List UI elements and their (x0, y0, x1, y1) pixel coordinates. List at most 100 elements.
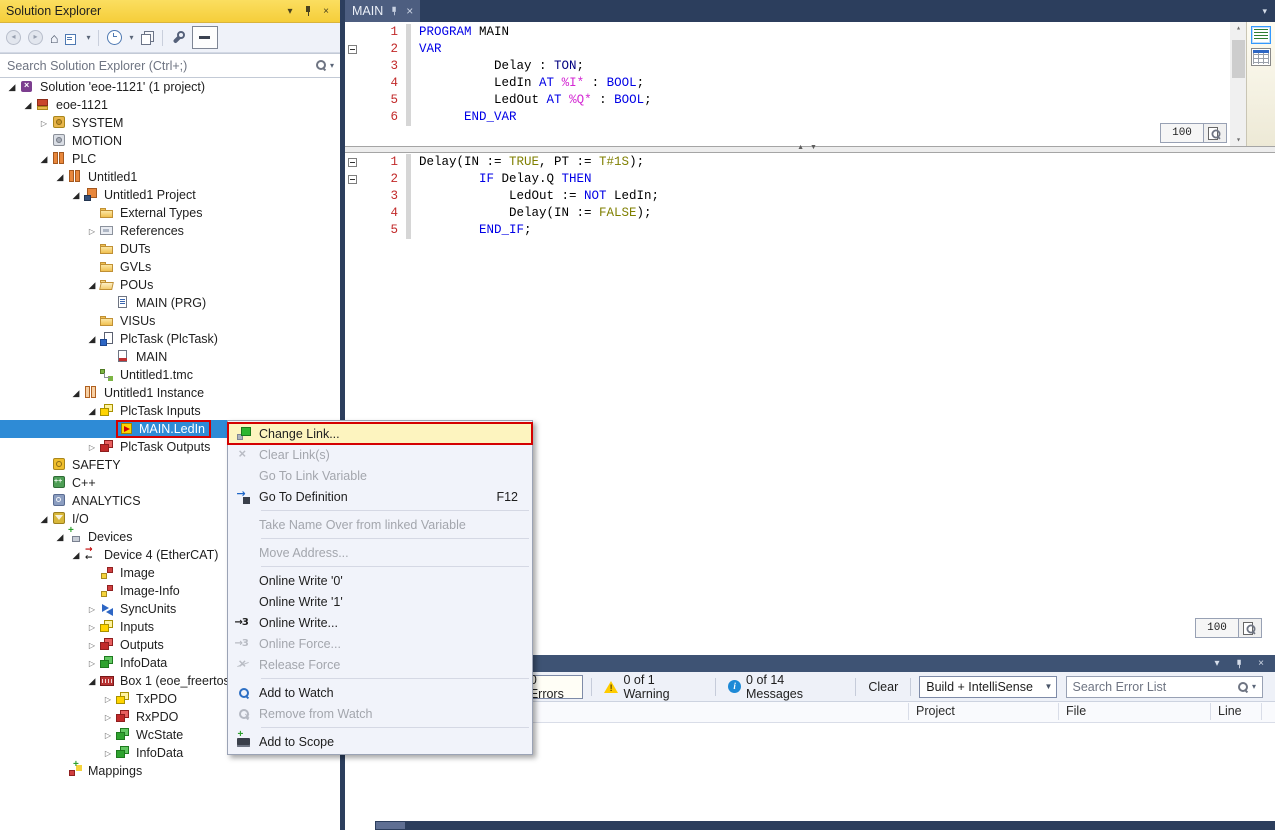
menu-item-go-to-definition[interactable]: Go To DefinitionF12 (228, 486, 532, 507)
expander-icon[interactable]: ▷ (100, 749, 116, 758)
expander-icon[interactable]: ◢ (20, 100, 36, 111)
search-input[interactable] (0, 54, 340, 77)
expander-icon[interactable]: ◢ (36, 514, 52, 525)
expander-icon[interactable]: ▷ (84, 641, 100, 650)
expander-icon[interactable]: ◢ (52, 532, 68, 543)
expander-icon[interactable]: ▷ (84, 623, 100, 632)
expander-icon[interactable]: ▷ (84, 443, 100, 452)
expander-icon[interactable]: ▷ (100, 695, 116, 704)
horizontal-scrollbar[interactable] (375, 821, 1275, 830)
tree-item-external-types[interactable]: External Types (0, 204, 340, 222)
expander-icon[interactable]: ◢ (68, 388, 84, 399)
tree-item-untitled1-tmc[interactable]: Untitled1.tmc (0, 366, 340, 384)
close-icon[interactable]: × (318, 3, 334, 19)
scrollbar-thumb[interactable] (376, 822, 405, 829)
pin-icon[interactable] (300, 3, 316, 19)
clear-button[interactable]: Clear (864, 676, 902, 698)
search-icon[interactable] (1237, 681, 1249, 693)
column-file[interactable]: File (1066, 704, 1086, 718)
tree-item-system[interactable]: ▷SYSTEM (0, 114, 340, 132)
tree-item-pous[interactable]: ◢POUs (0, 276, 340, 294)
expander-icon[interactable]: ◢ (84, 676, 100, 687)
preview-selected-items-toggle[interactable] (190, 28, 220, 48)
declaration-editor[interactable]: 1PROGRAM MAIN2VAR3 Delay : TON;4 LedIn A… (345, 22, 1275, 146)
zoom-magnifier-icon[interactable] (1239, 618, 1262, 638)
tree-item-solution-eoe-1121-1-project[interactable]: ◢Solution 'eoe-1121' (1 project) (0, 78, 340, 96)
expander-icon[interactable]: ◢ (52, 172, 68, 183)
fold-toggle[interactable] (345, 171, 362, 188)
tree-item-visus[interactable]: VISUs (0, 312, 340, 330)
properties-wrench-button[interactable] (169, 28, 187, 48)
tree-item-gvls[interactable]: GVLs (0, 258, 340, 276)
window-menu-caret-icon[interactable]: ▾ (1209, 656, 1225, 672)
expander-icon[interactable]: ◢ (68, 550, 84, 561)
vertical-scrollbar[interactable]: ▴ ▾ (1230, 22, 1247, 146)
tree-item-mappings[interactable]: Mappings (0, 762, 340, 780)
expander-icon[interactable]: ▷ (84, 659, 100, 668)
scroll-up-icon[interactable]: ▴ (1230, 23, 1247, 33)
home-button[interactable]: ⌂ (48, 28, 60, 48)
tree-item-main-prg[interactable]: MAIN (PRG) (0, 294, 340, 312)
expander-icon[interactable]: ▷ (36, 119, 52, 128)
expander-icon[interactable]: ◢ (84, 334, 100, 345)
expander-icon[interactable]: ◢ (36, 154, 52, 165)
expander-icon[interactable]: ▷ (100, 713, 116, 722)
filter-caret-icon[interactable]: ▾ (127, 28, 135, 48)
zoom-magnifier-icon[interactable] (1204, 123, 1227, 143)
tree-item-plctask-inputs[interactable]: ◢PlcTask Inputs (0, 402, 340, 420)
expander-icon[interactable]: ▷ (84, 227, 100, 236)
menu-item-change-link[interactable]: Change Link... (228, 423, 532, 444)
sync-with-active-document-button[interactable] (139, 28, 156, 48)
scroll-down-icon[interactable]: ▾ (1230, 135, 1247, 145)
expander-icon[interactable]: ▷ (84, 605, 100, 614)
expander-icon[interactable]: ◢ (84, 280, 100, 291)
table-view-icon[interactable] (1251, 48, 1271, 66)
tree-item-untitled1-project[interactable]: ◢Untitled1 Project (0, 186, 340, 204)
menu-item-add-to-scope[interactable]: Add to Scope (228, 731, 532, 752)
tree-item-untitled1-instance[interactable]: ◢Untitled1 Instance (0, 384, 340, 402)
search-caret-icon[interactable]: ▾ (330, 61, 334, 70)
column-line[interactable]: Line (1218, 704, 1242, 718)
messages-filter-button[interactable]: i 0 of 14 Messages (724, 676, 847, 698)
window-menu-caret-icon[interactable]: ▾ (282, 3, 298, 19)
error-search-input[interactable] (1067, 677, 1263, 697)
tree-item-plc[interactable]: ◢PLC (0, 150, 340, 168)
warnings-filter-button[interactable]: 0 of 1 Warning (600, 676, 708, 698)
tab-close-icon[interactable]: × (406, 5, 413, 17)
tab-pin-icon[interactable] (390, 6, 399, 16)
collapse-all-button[interactable] (63, 28, 81, 48)
back-button[interactable]: ◂ (4, 28, 23, 48)
collapse-all-caret-icon[interactable]: ▾ (84, 28, 92, 48)
tab-list-caret-icon[interactable]: ▾ (1262, 6, 1267, 17)
expander-icon[interactable]: ◢ (4, 82, 20, 93)
tree-item-untitled1[interactable]: ◢Untitled1 (0, 168, 340, 186)
fold-toggle[interactable] (345, 41, 362, 58)
expander-icon[interactable]: ◢ (68, 190, 84, 201)
forward-button[interactable]: ▸ (26, 28, 45, 48)
editor-splitter[interactable]: ▲▼ (345, 146, 1275, 153)
fold-toggle[interactable] (345, 154, 362, 171)
error-source-dropdown[interactable]: Build + IntelliSense ▼ (919, 676, 1057, 698)
close-icon[interactable]: × (1253, 656, 1269, 672)
tree-item-references[interactable]: ▷References (0, 222, 340, 240)
menu-item-online-write[interactable]: Online Write... (228, 612, 532, 633)
column-project[interactable]: Project (916, 704, 955, 718)
pin-icon[interactable] (1231, 656, 1247, 672)
menu-item-online-write-0[interactable]: Online Write '0' (228, 570, 532, 591)
expander-icon[interactable]: ◢ (84, 406, 100, 417)
menu-item-online-write-1[interactable]: Online Write '1' (228, 591, 532, 612)
tree-item-duts[interactable]: DUTs (0, 240, 340, 258)
expander-icon[interactable]: ▷ (100, 731, 116, 740)
zoom-level-top[interactable]: 100 (1160, 123, 1204, 143)
tree-item-eoe-1121[interactable]: ◢eoe-1121 (0, 96, 340, 114)
tree-item-main[interactable]: MAIN (0, 348, 340, 366)
menu-item-add-to-watch[interactable]: Add to Watch (228, 682, 532, 703)
scrollbar-thumb[interactable] (1232, 40, 1245, 78)
search-caret-icon[interactable]: ▾ (1252, 682, 1256, 691)
pending-changes-filter-button[interactable] (105, 28, 124, 48)
tree-item-motion[interactable]: MOTION (0, 132, 340, 150)
tab-main[interactable]: MAIN × (345, 0, 420, 22)
tree-item-plctask-plctask[interactable]: ◢PlcTask (PlcTask) (0, 330, 340, 348)
search-icon[interactable] (315, 59, 327, 71)
zoom-level-bottom[interactable]: 100 (1195, 618, 1239, 638)
